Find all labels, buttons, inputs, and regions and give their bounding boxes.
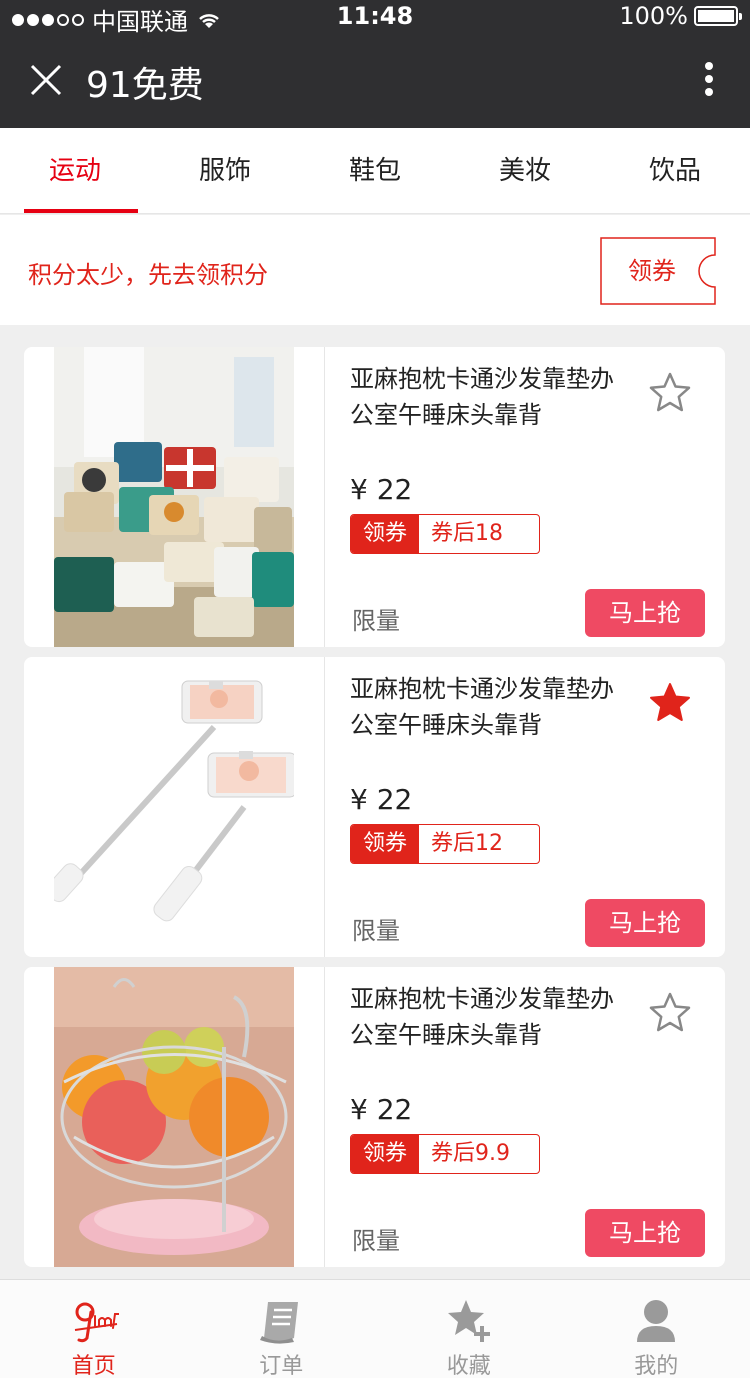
product-price: ¥ 22 (350, 783, 413, 816)
product-name[interactable]: 亚麻抱枕卡通沙发靠垫办公室午睡床头靠背 (350, 361, 630, 433)
product-card[interactable]: 亚麻抱枕卡通沙发靠垫办公室午睡床头靠背 ¥ 22 领券 券后12 限量 马上抢 (24, 657, 725, 957)
points-message[interactable]: 积分太少，先去领积分 (28, 255, 268, 290)
star-outline-icon[interactable] (648, 371, 692, 415)
tab-drinks[interactable]: 饮品 (600, 128, 750, 213)
coupon-tag-label: 领券 (351, 1135, 419, 1173)
page-title: 91免费 (86, 65, 204, 106)
tabbar-label: 订单 (259, 1354, 304, 1378)
battery-percent: 100% (619, 2, 688, 30)
product-price: ¥ 22 (350, 1093, 413, 1126)
product-image-fruit-basket[interactable] (54, 967, 294, 1267)
coupon-tag-value: 券后18 (431, 521, 503, 546)
buy-now-button[interactable]: 马上抢 (585, 899, 705, 947)
page: 中国联通 11:48 100% 91免费 运动 服饰 鞋包 美妆 饮品 积分太少… (0, 0, 750, 1378)
tab-beauty[interactable]: 美妆 (450, 128, 600, 213)
coupon-tag[interactable]: 领券 券后18 (350, 514, 540, 554)
more-menu-icon[interactable] (704, 62, 714, 96)
product-image-pillows[interactable] (54, 347, 294, 647)
battery-icon (694, 6, 742, 26)
tabbar-item-home[interactable]: 首页 (0, 1280, 188, 1378)
coupon-label: 领券 (628, 257, 676, 285)
limited-label: 限量 (352, 607, 400, 635)
tabbar-item-orders[interactable]: 订单 (188, 1280, 376, 1378)
nav-bar: 91免费 (0, 34, 750, 128)
product-name[interactable]: 亚麻抱枕卡通沙发靠垫办公室午睡床头靠背 (350, 981, 630, 1053)
close-icon[interactable] (28, 62, 64, 98)
tabbar-label: 收藏 (446, 1354, 491, 1378)
tabbar-label: 首页 (71, 1354, 116, 1378)
limited-label: 限量 (352, 917, 400, 945)
get-coupon-button[interactable]: 领券 (600, 237, 716, 305)
limited-label: 限量 (352, 1227, 400, 1255)
coupon-tag-value: 券后12 (431, 831, 503, 856)
product-name[interactable]: 亚麻抱枕卡通沙发靠垫办公室午睡床头靠背 (350, 671, 630, 743)
star-outline-icon[interactable] (648, 991, 692, 1035)
buy-now-button[interactable]: 马上抢 (585, 1209, 705, 1257)
tab-shoes-bags[interactable]: 鞋包 (300, 128, 450, 213)
product-price: ¥ 22 (350, 473, 413, 506)
product-card[interactable]: 亚麻抱枕卡通沙发靠垫办公室午睡床头靠背 ¥ 22 领券 券后18 限量 马上抢 (24, 347, 725, 647)
order-icon (260, 1302, 299, 1344)
buy-now-button[interactable]: 马上抢 (585, 589, 705, 637)
bottom-tab-bar: 首页 订单 收藏 我的 (0, 1279, 750, 1378)
star-filled-icon[interactable] (648, 681, 692, 725)
coupon-tag-label: 领券 (351, 825, 419, 863)
status-right: 100% (619, 2, 742, 30)
card-divider (324, 347, 325, 647)
product-image-selfie-sticks[interactable] (54, 657, 294, 957)
tab-sports[interactable]: 运动 (0, 128, 150, 213)
coupon-tag[interactable]: 领券 券后9.9 (350, 1134, 540, 1174)
coupon-tag-value: 券后9.9 (431, 1141, 510, 1166)
coupon-tag-label: 领券 (351, 515, 419, 553)
tab-apparel[interactable]: 服饰 (150, 128, 300, 213)
tabbar-item-profile[interactable]: 我的 (563, 1280, 750, 1378)
card-divider (324, 657, 325, 957)
top-bar: 中国联通 11:48 100% 91免费 (0, 0, 750, 128)
tabbar-label: 我的 (634, 1354, 679, 1378)
favorites-icon (447, 1300, 490, 1342)
card-divider (324, 967, 325, 1267)
status-bar: 中国联通 11:48 100% (0, 0, 750, 36)
home-logo-icon (74, 1302, 119, 1343)
profile-icon (637, 1300, 676, 1342)
coupon-tag[interactable]: 领券 券后12 (350, 824, 540, 864)
product-card[interactable]: 亚麻抱枕卡通沙发靠垫办公室午睡床头靠背 ¥ 22 领券 券后9.9 限量 马上抢 (24, 967, 725, 1267)
tabbar-item-favorites[interactable]: 收藏 (375, 1280, 563, 1378)
category-tabs: 运动 服饰 鞋包 美妆 饮品 (0, 128, 750, 214)
